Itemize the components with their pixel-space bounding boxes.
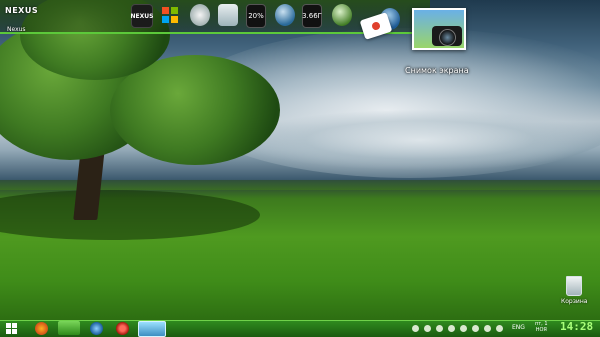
firefox-icon[interactable]	[35, 322, 48, 335]
dock-logo-sub: Nexus	[7, 26, 26, 33]
recycle-bin-label[interactable]: Корзина	[561, 298, 587, 305]
tree-shadow	[0, 190, 260, 240]
camera-icon[interactable]	[432, 26, 462, 46]
network-icon[interactable]	[424, 324, 431, 332]
clock-icon[interactable]	[190, 4, 210, 26]
screenshot-app-icon[interactable]	[138, 321, 166, 337]
windows-logo-graphic	[162, 7, 178, 23]
screenshot-widget-label: Снимок экрана	[405, 66, 469, 75]
volume-icon[interactable]	[436, 324, 443, 332]
explorer-icon[interactable]	[58, 321, 80, 335]
system-tray	[412, 322, 503, 334]
clock-time[interactable]: 14:28	[560, 320, 593, 333]
language-indicator[interactable]: ENG	[512, 324, 525, 331]
start-tile-icon	[6, 323, 11, 328]
mail-seal-icon	[370, 20, 382, 32]
clouds-lower	[240, 110, 600, 170]
update-icon[interactable]	[472, 324, 479, 332]
flag-icon[interactable]	[412, 324, 419, 332]
green-orb-icon[interactable]	[332, 4, 352, 26]
thunderbird-icon[interactable]	[90, 322, 103, 335]
date-line2: НОЯ	[535, 327, 547, 333]
start-tile-icon	[12, 323, 17, 328]
dock-logo: NEXUS	[5, 6, 39, 15]
memory-meter-value: 3.66Г	[302, 12, 322, 20]
cpu-meter-value: 20%	[248, 12, 264, 20]
chat-icon[interactable]	[496, 324, 503, 332]
skype-icon[interactable]	[460, 324, 467, 332]
start-tile-icon	[12, 329, 17, 334]
globe-icon[interactable]	[275, 4, 295, 26]
date-display[interactable]: пт, 1 НОЯ	[535, 321, 548, 333]
camera-lens-icon	[439, 29, 456, 46]
start-button[interactable]	[6, 323, 17, 334]
windows-icon[interactable]	[160, 4, 180, 26]
cpu-meter-icon[interactable]: 20%	[246, 4, 266, 28]
desktop-wallpaper	[0, 0, 600, 320]
memory-meter-icon[interactable]: 3.66Г	[302, 4, 322, 28]
smiley-icon[interactable]	[484, 324, 491, 332]
nexus-icon-text: NEXUS	[130, 12, 154, 20]
start-tile-icon	[6, 329, 11, 334]
desktop-recycle-bin-icon[interactable]	[566, 276, 582, 296]
nexus-icon[interactable]: NEXUS	[131, 4, 153, 28]
check-icon[interactable]	[448, 324, 455, 332]
recycle-bin-icon[interactable]	[218, 4, 238, 26]
opera-icon[interactable]	[116, 322, 129, 335]
